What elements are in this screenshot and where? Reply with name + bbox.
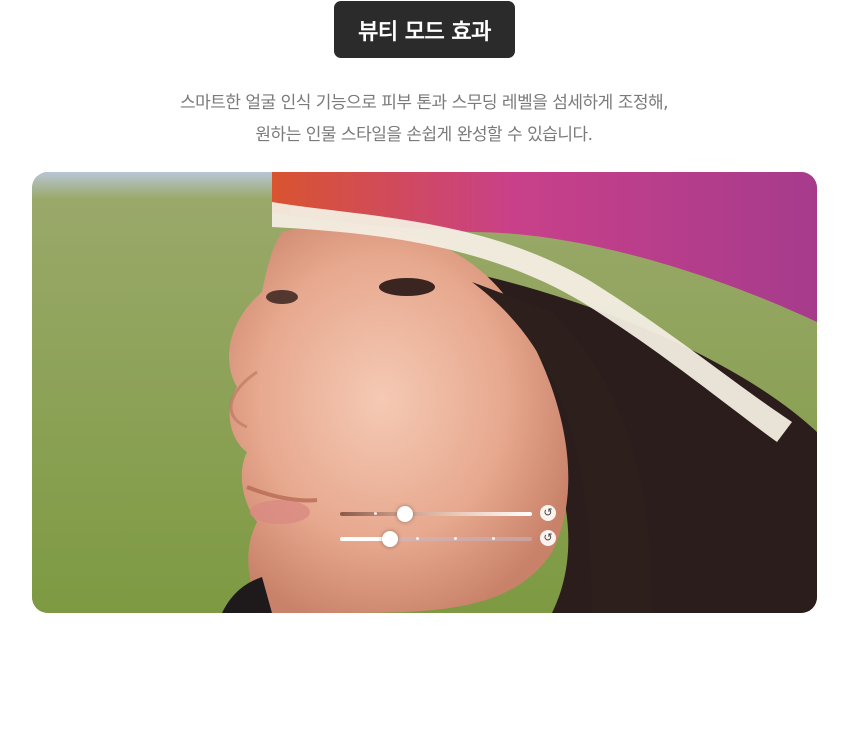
skin-tone-track xyxy=(340,512,532,516)
description-line-2: 원하는 인물 스타일을 손쉽게 완성할 수 있습니다. xyxy=(255,125,593,145)
smoothing-thumb[interactable] xyxy=(382,531,398,547)
skin-tone-slider[interactable]: ↺ xyxy=(340,503,560,525)
smoothing-tick xyxy=(454,537,457,540)
description-line-1: 스마트한 얼굴 인식 기능으로 피부 톤과 스무딩 레벨을 섬세하게 조정해, xyxy=(179,93,669,113)
smoothing-tick xyxy=(492,537,495,540)
beauty-mode-preview-image: ↺ ↺ xyxy=(32,172,817,613)
skin-tone-tick xyxy=(374,512,377,515)
smoothing-tick xyxy=(416,537,419,540)
reset-icon[interactable]: ↺ xyxy=(540,505,556,521)
page-title: 뷰티 모드 효과 xyxy=(334,1,515,58)
skin-tone-thumb[interactable] xyxy=(397,506,413,522)
smoothing-slider[interactable]: ↺ xyxy=(340,528,560,550)
reset-icon[interactable]: ↺ xyxy=(540,530,556,546)
smoothing-track xyxy=(340,537,532,541)
